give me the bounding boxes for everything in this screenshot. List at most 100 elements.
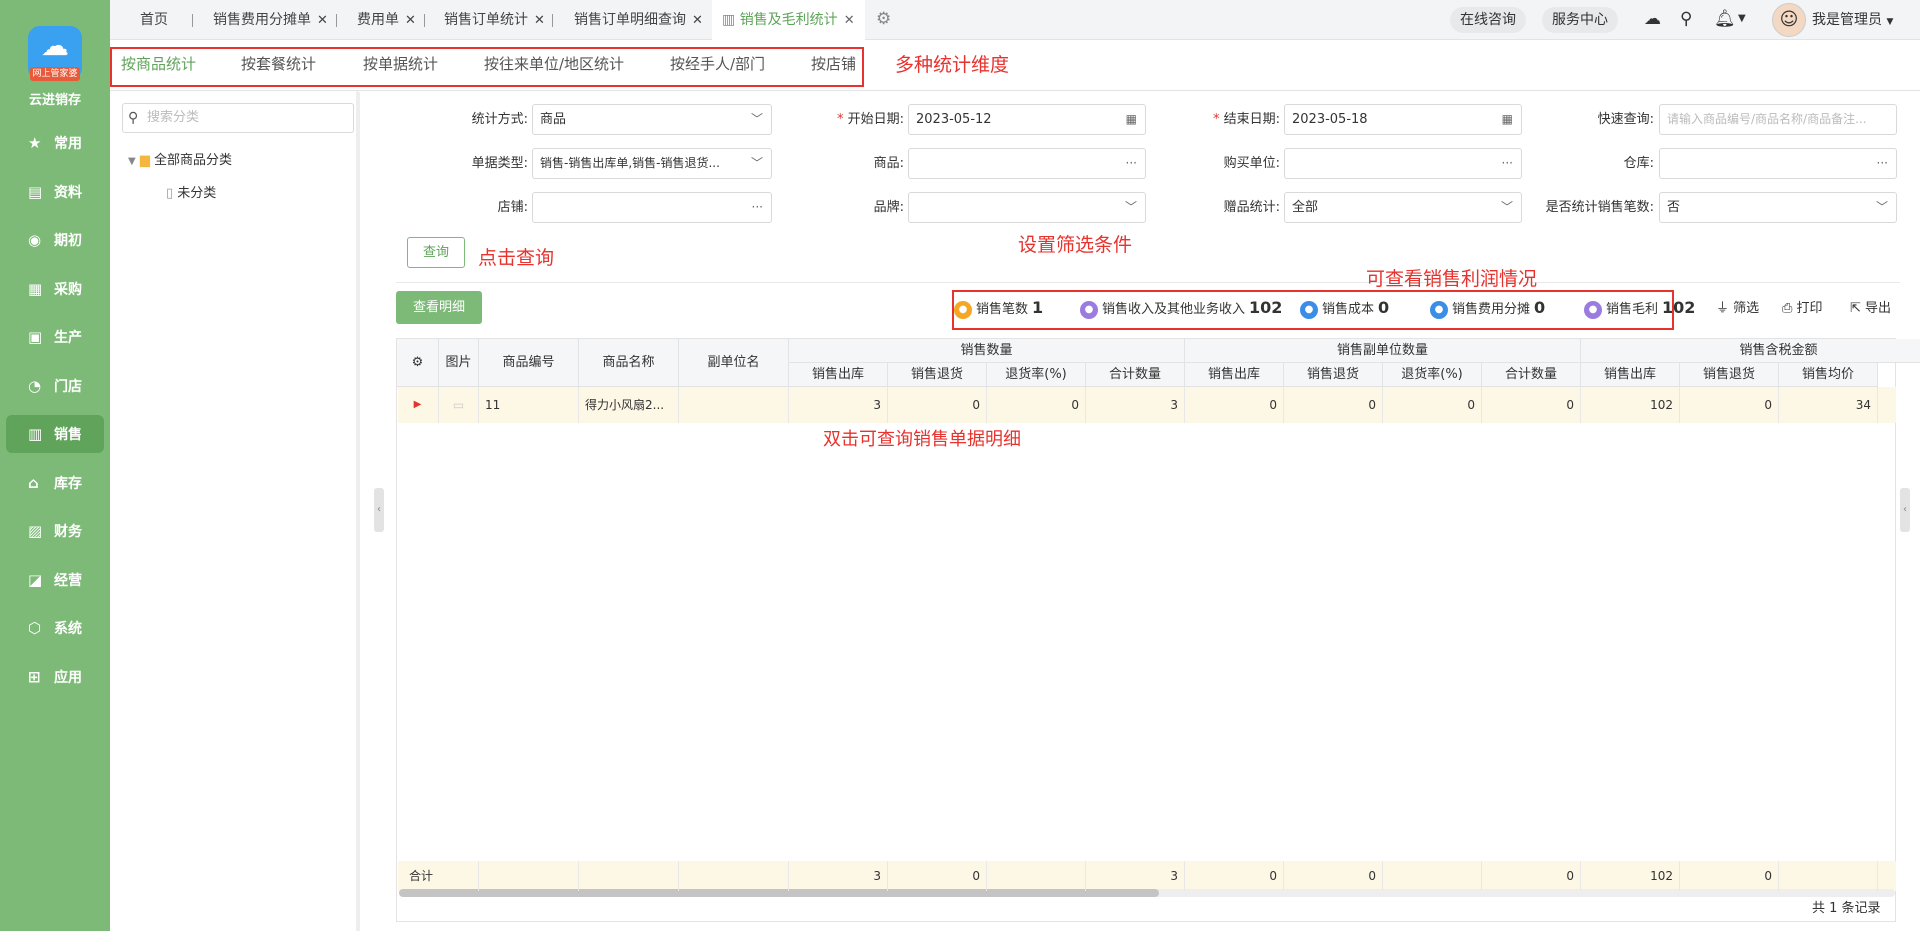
- collapse-left-handle[interactable]: ‹: [374, 488, 384, 532]
- export-icon: ⇱: [1850, 301, 1861, 316]
- calendar-icon[interactable]: ▦: [1126, 105, 1137, 134]
- column-header[interactable]: 销售出库: [789, 363, 888, 387]
- caret-down-icon[interactable]: ▼: [128, 156, 136, 167]
- column-header[interactable]: 图片: [439, 339, 479, 387]
- collapse-right-handle[interactable]: ‹: [1900, 488, 1910, 532]
- tab-sales-order-detail[interactable]: 销售订单明细查询 ✕: [574, 0, 703, 40]
- stat-mode-select[interactable]: 商品 ﹀: [532, 104, 772, 135]
- column-header[interactable]: 副单位名: [679, 339, 789, 387]
- footer-value: 0: [1284, 861, 1383, 891]
- close-icon[interactable]: ✕: [844, 13, 855, 28]
- more-icon[interactable]: ···: [752, 193, 763, 222]
- footer-cell: [479, 861, 579, 891]
- sidebar-item-7[interactable]: ⌂ 库存: [6, 464, 104, 502]
- gift-stat-select[interactable]: 全部 ﹀: [1284, 192, 1522, 223]
- tab-expense[interactable]: 费用单 ✕: [357, 0, 416, 40]
- cell-value: 0: [1680, 387, 1779, 423]
- sidebar-item-0[interactable]: ★ 常用: [6, 124, 104, 162]
- close-icon[interactable]: ✕: [534, 13, 545, 28]
- close-icon[interactable]: ✕: [317, 13, 328, 28]
- sidebar-item-6[interactable]: ▥ 销售: [6, 415, 104, 453]
- tree-node-root[interactable]: ▼ ▆ 全部商品分类: [128, 149, 232, 168]
- sidebar-item-label: 财务: [54, 524, 82, 540]
- field-value: 2023-05-18: [1292, 112, 1368, 127]
- start-date-input[interactable]: 2023-05-12 ▦: [908, 104, 1146, 135]
- filter-button[interactable]: ⏚ 筛选: [1716, 297, 1759, 316]
- view-detail-button[interactable]: 查看明细: [396, 291, 482, 324]
- column-header[interactable]: 销售均价: [1779, 363, 1878, 387]
- print-button[interactable]: ⎙ 打印: [1782, 297, 1823, 316]
- more-icon[interactable]: ···: [1877, 149, 1888, 178]
- more-icon[interactable]: ···: [1126, 149, 1137, 178]
- tab-sales-expense-allocation[interactable]: 销售费用分摊单 ✕: [213, 0, 328, 40]
- quick-search-input[interactable]: 请输入商品编号/商品名称/商品备注...: [1659, 104, 1897, 135]
- sidebar-item-8[interactable]: ▨ 财务: [6, 512, 104, 550]
- category-search-input[interactable]: ⚲ 搜索分类: [122, 103, 354, 133]
- column-header[interactable]: 商品名称: [579, 339, 679, 387]
- column-header[interactable]: 商品编号: [479, 339, 579, 387]
- close-icon[interactable]: ✕: [692, 13, 703, 28]
- user-label: 我是管理员: [1812, 12, 1882, 28]
- sidebar-item-11[interactable]: ⊞ 应用: [6, 658, 104, 696]
- user-name[interactable]: 我是管理员 ▼: [1812, 0, 1893, 40]
- brand-select[interactable]: ﹀: [908, 192, 1146, 223]
- column-header[interactable]: 销售出库: [1581, 363, 1680, 387]
- gear-icon[interactable]: ⚙: [876, 9, 891, 29]
- tab-home[interactable]: 首页: [140, 0, 168, 40]
- column-header[interactable]: 销售出库: [1185, 363, 1284, 387]
- gear-icon[interactable]: ⚙: [397, 339, 439, 387]
- column-header[interactable]: 退货率(%): [987, 363, 1086, 387]
- footer-value: 0: [1185, 861, 1284, 891]
- tab-divider: [424, 14, 425, 27]
- sidebar-item-2[interactable]: ◉ 期初: [6, 221, 104, 259]
- doc-type-select[interactable]: 销售-销售出库单,销售-销售退货... ﹀: [532, 148, 772, 179]
- tree-node-uncategorized[interactable]: ▯ 未分类: [166, 182, 216, 201]
- chevron-down-icon: ﹀: [1124, 200, 1137, 214]
- chevron-down-icon: ﹀: [746, 149, 763, 178]
- search-icon[interactable]: ⚲: [1680, 9, 1692, 29]
- column-header[interactable]: 销售退货: [1680, 363, 1779, 387]
- tab-label: 销售费用分摊单: [213, 12, 311, 28]
- column-header[interactable]: 销售退货: [888, 363, 987, 387]
- end-date-input[interactable]: 2023-05-18 ▦: [1284, 104, 1522, 135]
- export-button[interactable]: ⇱ 导出: [1850, 297, 1891, 316]
- sidebar-item-3[interactable]: ▦ 采购: [6, 270, 104, 308]
- query-button[interactable]: 查询: [407, 237, 465, 268]
- service-center-button[interactable]: 服务中心: [1542, 7, 1618, 33]
- column-header[interactable]: 合计数量: [1482, 363, 1581, 387]
- shop-input[interactable]: ···: [532, 192, 772, 223]
- column-header[interactable]: 合计数量: [1086, 363, 1185, 387]
- category-scrollbar[interactable]: [356, 92, 360, 931]
- sidebar-item-9[interactable]: ◪ 经营: [6, 561, 104, 599]
- warehouse-input[interactable]: ···: [1659, 148, 1897, 179]
- goods-input[interactable]: ···: [908, 148, 1146, 179]
- chevron-down-icon: ﹀: [1500, 200, 1513, 214]
- tab-sales-order-stats[interactable]: 销售订单统计 ✕: [444, 0, 545, 40]
- stat-item: ● 销售毛利 102: [1584, 298, 1695, 319]
- caret-down-icon[interactable]: ▼: [1738, 13, 1746, 24]
- tab-sales-profit-stats[interactable]: ▥ 销售及毛利统计 ✕: [712, 0, 865, 40]
- sidebar-item-10[interactable]: ⬡ 系统: [6, 609, 104, 647]
- calendar-icon[interactable]: ▦: [1502, 105, 1513, 134]
- avatar[interactable]: ☺: [1772, 3, 1806, 37]
- cloud-download-icon[interactable]: ☁: [1644, 9, 1661, 29]
- column-header[interactable]: 退货率(%): [1383, 363, 1482, 387]
- stat-value: 1: [1032, 298, 1044, 317]
- column-header[interactable]: 销售退货: [1284, 363, 1383, 387]
- row-expand-icon[interactable]: ▶: [397, 387, 439, 423]
- online-consult-button[interactable]: 在线咨询: [1450, 7, 1526, 33]
- buyer-input[interactable]: ···: [1284, 148, 1522, 179]
- star-icon: ★: [28, 134, 42, 152]
- app-logo[interactable]: ☁ 网上管家婆: [28, 26, 82, 81]
- more-icon[interactable]: ···: [1502, 149, 1513, 178]
- close-icon[interactable]: ✕: [405, 13, 416, 28]
- count-sales-select[interactable]: 否 ﹀: [1659, 192, 1897, 223]
- field-value: 2023-05-12: [916, 112, 992, 127]
- sidebar-item-1[interactable]: ▤ 资料: [6, 173, 104, 211]
- goods-label: 商品:: [873, 156, 904, 171]
- cell-code: 11: [479, 387, 579, 423]
- sidebar-item-4[interactable]: ▣ 生产: [6, 318, 104, 356]
- bell-icon[interactable]: 🔔︎: [1714, 9, 1736, 29]
- column-group-header: 销售数量: [789, 339, 1185, 363]
- sidebar-item-5[interactable]: ◔ 门店: [6, 367, 104, 405]
